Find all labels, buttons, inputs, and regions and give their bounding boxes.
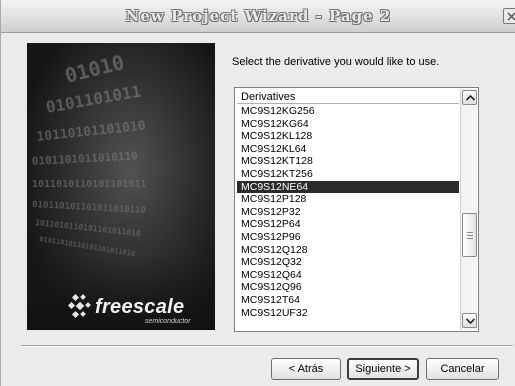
- wizard-window: New Project Wizard - Page 2 freescale se…: [0, 0, 515, 386]
- list-header: Derivatives: [237, 90, 459, 104]
- close-icon: [507, 12, 515, 21]
- window-title: New Project Wizard - Page 2: [125, 7, 392, 25]
- footer-divider: [21, 345, 513, 347]
- freescale-logo: freescale semiconductor: [67, 292, 212, 328]
- list-item[interactable]: MC9S12P32: [237, 206, 459, 219]
- list-item[interactable]: MC9S12P64: [237, 218, 459, 231]
- list-item[interactable]: MC9S12KT256: [237, 168, 459, 181]
- back-button[interactable]: < Atrás: [271, 358, 341, 380]
- list-item[interactable]: MC9S12Q96: [237, 281, 459, 294]
- list-item[interactable]: MC9S12P96: [237, 231, 459, 244]
- title-bar[interactable]: New Project Wizard - Page 2: [1, 0, 515, 33]
- freescale-logo-icon: [67, 293, 91, 319]
- list-item[interactable]: MC9S12Q64: [237, 269, 459, 282]
- cancel-button[interactable]: Cancelar: [426, 358, 499, 380]
- scroll-thumb[interactable]: [462, 213, 477, 257]
- list-item[interactable]: MC9S12KG64: [237, 118, 459, 131]
- list-item[interactable]: MC9S12KG256: [237, 105, 459, 118]
- instruction-text: Select the derivative you would like to …: [232, 56, 440, 68]
- chevron-up-icon: [466, 95, 475, 101]
- list-item[interactable]: MC9S12KL128: [237, 130, 459, 143]
- chevron-down-icon: [466, 318, 475, 324]
- logo-subtext: semiconductor: [145, 318, 191, 325]
- list-item[interactable]: MC9S12KT128: [237, 155, 459, 168]
- list-item[interactable]: MC9S12Q128: [237, 244, 459, 257]
- list-item-selected[interactable]: MC9S12NE64: [237, 180, 459, 194]
- close-button[interactable]: [503, 8, 515, 24]
- next-button[interactable]: Siguiente >: [347, 358, 419, 380]
- scroll-up-button[interactable]: [462, 90, 477, 105]
- list-item[interactable]: MC9S12UF32: [237, 307, 459, 320]
- wizard-banner-image: 01010 0101101011 10110101101010 01011010…: [27, 43, 215, 330]
- list-item[interactable]: MC9S12P128: [237, 193, 459, 206]
- vertical-scrollbar[interactable]: [460, 89, 477, 330]
- binary-art: 01010 0101101011 10110101101010 01011010…: [27, 43, 215, 330]
- scroll-down-button[interactable]: [462, 313, 477, 328]
- list-item[interactable]: MC9S12Q32: [237, 256, 459, 269]
- list-item[interactable]: MC9S12T64: [237, 294, 459, 307]
- logo-text: freescale: [95, 296, 185, 318]
- derivatives-listbox[interactable]: Derivatives MC9S12KG256 MC9S12KG64 MC9S1…: [234, 87, 479, 332]
- derivatives-list: MC9S12KG256 MC9S12KG64 MC9S12KL128 MC9S1…: [237, 105, 459, 319]
- list-item[interactable]: MC9S12KL64: [237, 143, 459, 156]
